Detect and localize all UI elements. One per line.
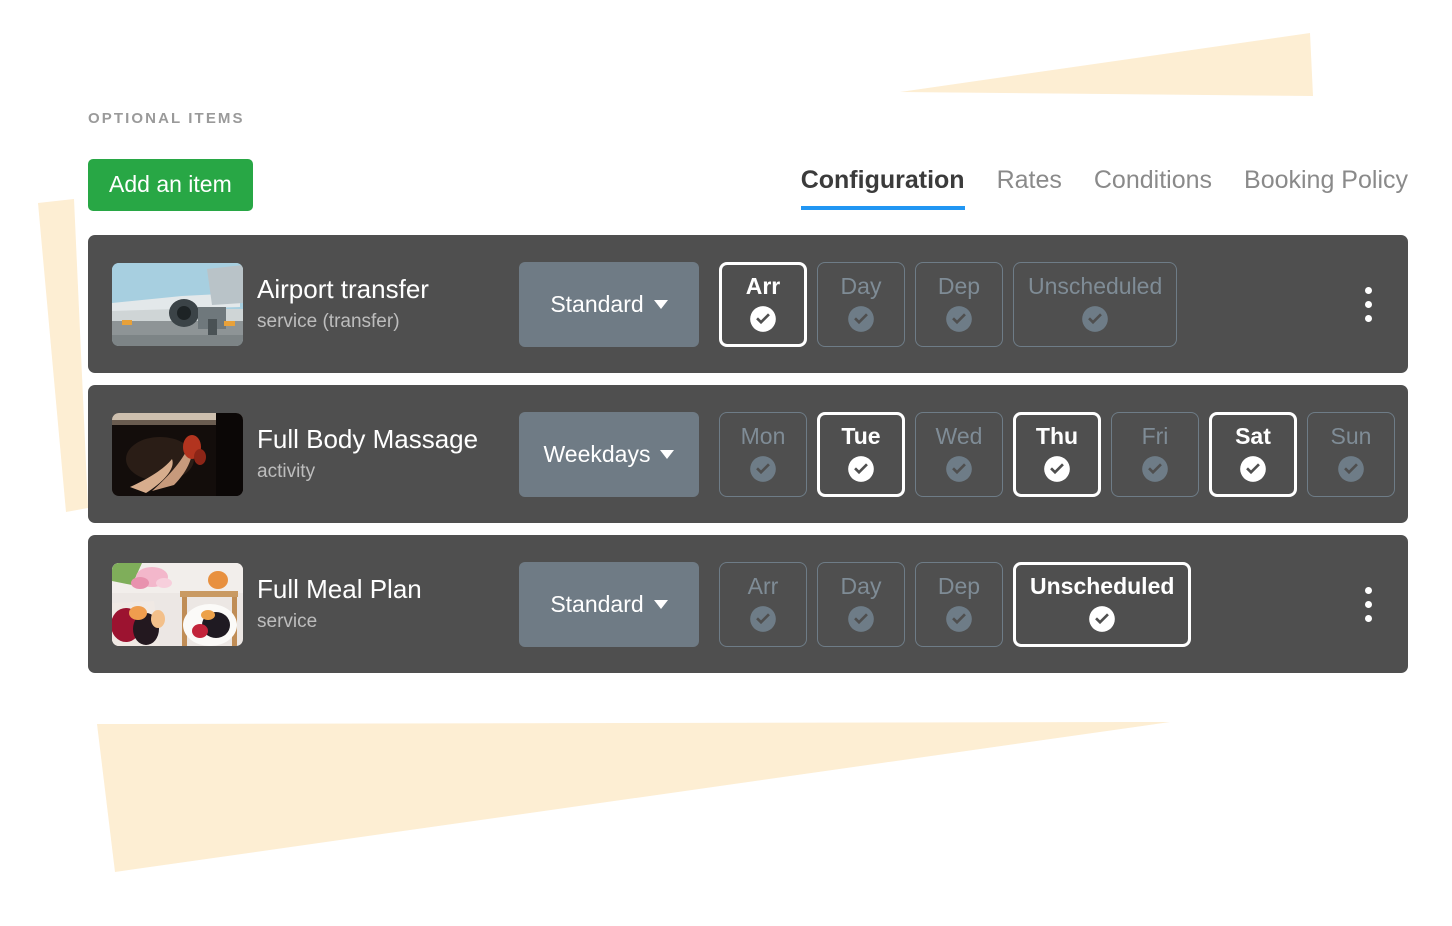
check-circle-icon xyxy=(946,606,972,633)
schedule-type-value: Standard xyxy=(550,290,644,317)
tab-bar: Configuration Rates Conditions Booking Poli… xyxy=(800,159,1408,210)
check-circle-icon xyxy=(1240,456,1266,483)
chevron-down-icon xyxy=(660,449,675,459)
food-flatlay-photo xyxy=(112,562,243,646)
kebab-dot xyxy=(1409,464,1417,472)
item-title: Full Meal Plan xyxy=(257,575,422,605)
kebab-dot xyxy=(1364,300,1372,308)
schedule-chip-day[interactable]: Day xyxy=(817,561,905,647)
chip-label: Unscheduled xyxy=(1030,573,1175,600)
tab-rates[interactable]: Rates xyxy=(997,165,1062,210)
schedule-chip-group: Arr Day Dep Unscheduled xyxy=(719,261,1178,347)
section-title: OPTIONAL ITEMS xyxy=(88,110,245,127)
kebab-dot xyxy=(1409,436,1417,444)
schedule-chip-unscheduled[interactable]: Unscheduled xyxy=(1013,261,1178,347)
kebab-dot xyxy=(1364,600,1372,608)
check-circle-icon xyxy=(848,306,874,333)
item-title: Full Body Massage xyxy=(257,425,479,455)
item-text: Airport transfer service (transfer) xyxy=(257,275,503,333)
schedule-type-value: Standard xyxy=(550,590,644,617)
kebab-dot xyxy=(1364,614,1372,622)
check-circle-icon xyxy=(1338,456,1364,483)
schedule-chip-sat[interactable]: Sat xyxy=(1209,411,1297,497)
chip-label: Dep xyxy=(937,573,981,600)
schedule-type-dropdown[interactable]: Weekdays xyxy=(519,411,699,497)
item-subtitle: service (transfer) xyxy=(257,311,400,333)
chip-label: Fri xyxy=(1141,423,1169,450)
kebab-dot xyxy=(1364,314,1372,322)
chip-label: Arr xyxy=(745,273,781,300)
optional-items-list: Airport transfer service (transfer) Standa… xyxy=(88,235,1452,674)
schedule-chip-day[interactable]: Day xyxy=(817,261,905,347)
chip-label: Day xyxy=(840,573,882,600)
chevron-down-icon xyxy=(653,599,668,609)
kebab-menu-icon[interactable] xyxy=(1350,281,1386,327)
add-an-item-button[interactable]: Add an item xyxy=(88,159,253,212)
item-title: Airport transfer xyxy=(257,275,429,305)
schedule-chip-dep[interactable]: Dep xyxy=(915,261,1003,347)
check-circle-icon xyxy=(1082,306,1108,333)
check-circle-icon xyxy=(848,606,874,633)
kebab-dot xyxy=(1364,286,1372,294)
chip-label: Tue xyxy=(841,423,881,450)
massage-photo xyxy=(112,412,243,496)
check-circle-icon xyxy=(1089,606,1116,633)
schedule-chip-wed[interactable]: Wed xyxy=(915,411,1003,497)
chip-label: Mon xyxy=(740,423,786,450)
chip-label: Sun xyxy=(1330,423,1372,450)
tab-booking-policy[interactable]: Booking Policy xyxy=(1244,165,1408,210)
schedule-chip-group: Arr Day Dep Unscheduled xyxy=(719,561,1192,647)
item-text: Full Body Massage activity xyxy=(257,425,503,483)
item-row: Full Meal Plan service Standard Arr Day Dep Un… xyxy=(88,535,1408,674)
schedule-chip-group: Mon Tue Wed Thu Fri Sat Sun xyxy=(719,411,1395,497)
kebab-menu-icon[interactable] xyxy=(1395,431,1431,477)
kebab-menu-icon[interactable] xyxy=(1350,581,1386,627)
schedule-chip-fri[interactable]: Fri xyxy=(1111,411,1199,497)
item-subtitle: activity xyxy=(257,461,316,483)
item-subtitle: service xyxy=(257,611,318,633)
optional-items-page: OPTIONAL ITEMS Add an item Configuration… xyxy=(0,0,1452,674)
chip-label: Day xyxy=(840,273,882,300)
tab-conditions[interactable]: Conditions xyxy=(1094,165,1212,210)
kebab-dot xyxy=(1409,450,1417,458)
check-circle-icon xyxy=(946,306,972,333)
schedule-type-dropdown[interactable]: Standard xyxy=(519,261,699,347)
schedule-chip-unscheduled[interactable]: Unscheduled xyxy=(1013,561,1192,647)
chip-label: Unscheduled xyxy=(1028,273,1163,300)
decor-wedge-bottom xyxy=(97,722,1170,872)
airplane-tarmac-photo xyxy=(112,262,243,346)
schedule-chip-arr[interactable]: Arr xyxy=(719,561,807,647)
schedule-chip-sun[interactable]: Sun xyxy=(1307,411,1395,497)
schedule-chip-mon[interactable]: Mon xyxy=(719,411,807,497)
schedule-chip-arr[interactable]: Arr xyxy=(719,261,807,347)
schedule-chip-thu[interactable]: Thu xyxy=(1013,411,1101,497)
chevron-down-icon xyxy=(653,299,668,309)
check-circle-icon xyxy=(946,456,972,483)
item-row: Full Body Massage activity Weekdays Mon Tue W… xyxy=(88,385,1417,524)
chip-label: Thu xyxy=(1035,423,1079,450)
schedule-chip-tue[interactable]: Tue xyxy=(817,411,905,497)
chip-label: Wed xyxy=(935,423,983,450)
chip-label: Sat xyxy=(1235,423,1271,450)
kebab-dot xyxy=(1364,586,1372,594)
check-circle-icon xyxy=(750,306,776,333)
schedule-chip-dep[interactable]: Dep xyxy=(915,561,1003,647)
toolbar: Add an item Configuration Rates Conditions… xyxy=(88,159,1408,212)
tab-configuration[interactable]: Configuration xyxy=(800,165,965,210)
chip-label: Arr xyxy=(747,573,779,600)
schedule-type-value: Weekdays xyxy=(543,440,651,467)
check-circle-icon xyxy=(1044,456,1070,483)
check-circle-icon xyxy=(848,456,874,483)
check-circle-icon xyxy=(1142,456,1168,483)
check-circle-icon xyxy=(750,606,776,633)
schedule-type-dropdown[interactable]: Standard xyxy=(519,561,699,647)
chip-label: Dep xyxy=(937,273,981,300)
check-circle-icon xyxy=(750,456,776,483)
item-text: Full Meal Plan service xyxy=(257,575,503,633)
item-row: Airport transfer service (transfer) Standa… xyxy=(88,235,1408,374)
